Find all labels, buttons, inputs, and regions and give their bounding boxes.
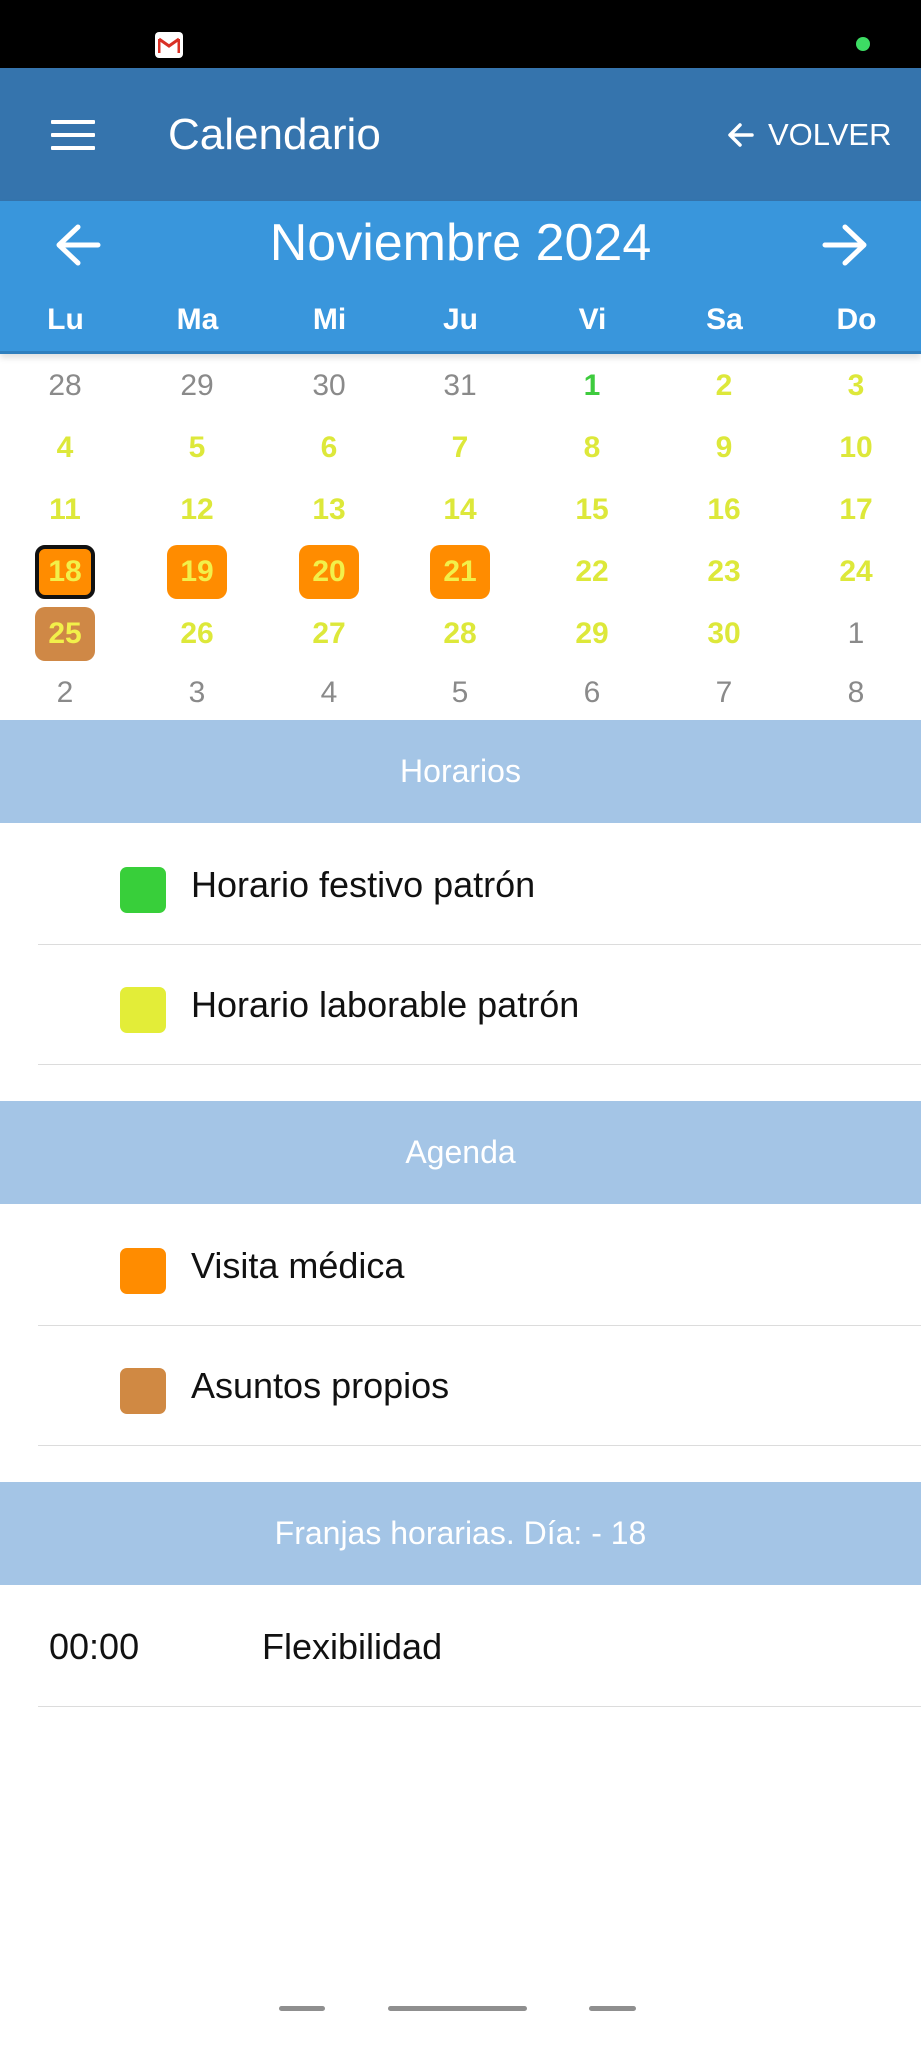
calendar-day[interactable]: 9 (694, 421, 754, 475)
calendar-day[interactable]: 27 (299, 607, 359, 661)
calendar-day[interactable]: 20 (299, 545, 359, 599)
calendar-day[interactable]: 28 (35, 359, 95, 413)
calendar-day[interactable]: 29 (562, 607, 622, 661)
calendar-day[interactable]: 4 (299, 666, 359, 720)
calendar-day[interactable]: 30 (694, 607, 754, 661)
gmail-icon (155, 32, 183, 58)
calendar-day[interactable]: 6 (299, 421, 359, 475)
legend-label: Visita médica (191, 1245, 405, 1286)
calendar-day[interactable]: 30 (299, 359, 359, 413)
legend-item-horario-festivo: Horario festivo patrón (38, 825, 921, 945)
gesture-nav-left (279, 2006, 325, 2011)
month-title: Noviembre 2024 (269, 214, 652, 272)
calendar-day[interactable]: 29 (167, 359, 227, 413)
legend-label: Horario festivo patrón (191, 864, 536, 905)
legend-label: Asuntos propios (191, 1365, 450, 1406)
legend-item-horario-laborable: Horario laborable patrón (38, 945, 921, 1065)
legend-label: Horario laborable patrón (191, 984, 580, 1025)
calendar-day[interactable]: 10 (826, 421, 886, 475)
weekday-header-row: Lu Ma Mi Ju Vi Sa Do (0, 297, 921, 347)
agenda-section-header: Agenda (0, 1101, 921, 1204)
back-button[interactable]: VOLVER (726, 112, 891, 158)
calendar-day[interactable]: 5 (430, 666, 490, 720)
legend-color-swatch (120, 987, 166, 1033)
legend-color-swatch (120, 867, 166, 913)
horarios-section-header: Horarios (0, 720, 921, 823)
calendar-day[interactable]: 23 (694, 545, 754, 599)
slot-time: 00:00 (49, 1626, 140, 1667)
gesture-nav-right (589, 2006, 636, 2011)
weekday-label: Do (836, 303, 877, 336)
calendar-day[interactable]: 16 (694, 483, 754, 537)
calendar-day[interactable]: 12 (167, 483, 227, 537)
month-header: Noviembre 2024 Lu Ma Mi Ju Vi Sa Do (0, 201, 921, 354)
calendar-day[interactable]: 7 (694, 666, 754, 720)
calendar-day[interactable]: 2 (35, 666, 95, 720)
legend-item-asuntos-propios: Asuntos propios (38, 1326, 921, 1446)
legend-color-swatch (120, 1248, 166, 1294)
calendar-day[interactable]: 8 (562, 421, 622, 475)
calendar-day[interactable]: 1 (562, 359, 622, 413)
calendar-day[interactable]: 17 (826, 483, 886, 537)
weekday-label: Vi (578, 303, 607, 336)
time-slot-row[interactable]: 00:00 Flexibilidad (38, 1587, 921, 1707)
calendar-day[interactable]: 7 (430, 421, 490, 475)
slot-label: Flexibilidad (262, 1626, 443, 1667)
calendar-day[interactable]: 28 (430, 607, 490, 661)
calendar-day[interactable]: 19 (167, 545, 227, 599)
calendar-day[interactable]: 13 (299, 483, 359, 537)
calendar-day[interactable]: 3 (826, 359, 886, 413)
calendar-day[interactable]: 24 (826, 545, 886, 599)
calendar-day[interactable]: 25 (35, 607, 95, 661)
weekday-label: Mi (312, 303, 347, 336)
gesture-nav-home[interactable] (388, 2006, 527, 2011)
calendar-day[interactable]: 21 (430, 545, 490, 599)
calendar-day[interactable]: 6 (562, 666, 622, 720)
calendar-day[interactable]: 31 (430, 359, 490, 413)
page-title: Calendario (168, 110, 381, 159)
next-month-button[interactable] (815, 215, 875, 275)
calendar-day[interactable]: 11 (35, 483, 95, 537)
calendar-day[interactable]: 15 (562, 483, 622, 537)
app-bar: Calendario VOLVER (0, 68, 921, 201)
calendar-day[interactable]: 2 (694, 359, 754, 413)
calendar-day[interactable]: 1 (826, 607, 886, 661)
calendar-day[interactable]: 14 (430, 483, 490, 537)
legend-color-swatch (120, 1368, 166, 1414)
weekday-label: Lu (47, 303, 84, 336)
calendar-day[interactable]: 22 (562, 545, 622, 599)
calendar-day[interactable]: 8 (826, 666, 886, 720)
calendar-grid: 28 29 30 31 1 2 3 4 5 6 7 8 9 10 11 12 13 14 15 16 17 18 19 20 2… (0, 360, 921, 720)
calendar-day[interactable]: 26 (167, 607, 227, 661)
arrow-right-icon (822, 224, 867, 266)
weekday-label: Ju (442, 303, 478, 336)
arrow-left-icon (728, 123, 754, 147)
calendar-day[interactable]: 4 (35, 421, 95, 475)
weekday-label: Ma (176, 303, 219, 336)
back-button-label: VOLVER (768, 117, 892, 152)
calendar-day[interactable]: 3 (167, 666, 227, 720)
franjas-section-header: Franjas horarias. Día: - 18 (0, 1482, 921, 1585)
privacy-indicator-dot (856, 37, 870, 51)
menu-icon[interactable] (51, 120, 95, 150)
legend-item-visita-medica: Visita médica (38, 1206, 921, 1326)
status-bar (0, 0, 921, 68)
calendar-day[interactable]: 5 (167, 421, 227, 475)
weekday-label: Sa (706, 303, 743, 336)
calendar-day[interactable]: 18 (35, 545, 95, 599)
